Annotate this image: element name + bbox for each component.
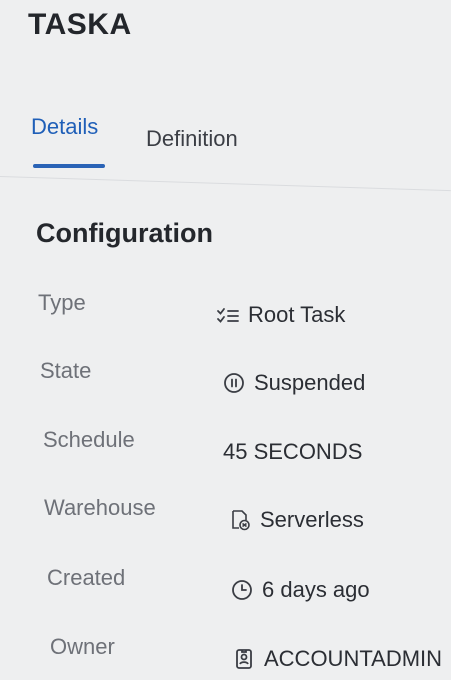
user-badge-icon: [232, 647, 256, 671]
active-tab-indicator: [33, 164, 105, 168]
owner-value-text: ACCOUNTADMIN: [264, 646, 443, 671]
config-row-schedule: Schedule 45 SECONDS: [43, 427, 451, 467]
serverless-warehouse-icon: [228, 508, 252, 532]
created-value-text: 6 days ago: [262, 577, 370, 602]
owner-value: ACCOUNTADMIN: [232, 646, 442, 672]
config-row-warehouse: Warehouse Serverless: [44, 495, 451, 535]
config-row-state: State Suspended: [40, 358, 451, 398]
config-row-type: Type Root Task: [38, 290, 451, 330]
warehouse-value: Serverless: [228, 507, 364, 533]
task-tree-icon: [216, 303, 240, 327]
owner-label: Owner: [50, 634, 115, 659]
configuration-heading: Configuration: [36, 218, 213, 248]
tab-definition[interactable]: Definition: [146, 126, 238, 152]
schedule-label: Schedule: [43, 427, 135, 452]
tabs-divider: [0, 176, 451, 192]
state-value-text: Suspended: [254, 370, 366, 395]
tab-bar: Details Definition: [0, 110, 451, 172]
created-label: Created: [47, 565, 126, 590]
schedule-value-text: 45 SECONDS: [223, 439, 363, 464]
warehouse-value-text: Serverless: [260, 507, 364, 532]
type-value: Root Task: [216, 302, 345, 328]
state-label: State: [40, 358, 92, 383]
schedule-value: 45 SECONDS: [223, 439, 362, 465]
task-title: TASKA: [28, 8, 132, 41]
pause-circle-icon: [222, 371, 246, 395]
config-row-created: Created 6 days ago: [47, 565, 451, 605]
state-value: Suspended: [222, 370, 365, 396]
created-value: 6 days ago: [230, 577, 370, 603]
type-value-text: Root Task: [248, 302, 346, 327]
clock-icon: [230, 578, 254, 602]
tab-details[interactable]: Details: [31, 114, 98, 140]
config-row-owner: Owner ACCOUNTADMIN: [50, 634, 451, 674]
type-label: Type: [38, 290, 86, 315]
warehouse-label: Warehouse: [44, 495, 156, 520]
